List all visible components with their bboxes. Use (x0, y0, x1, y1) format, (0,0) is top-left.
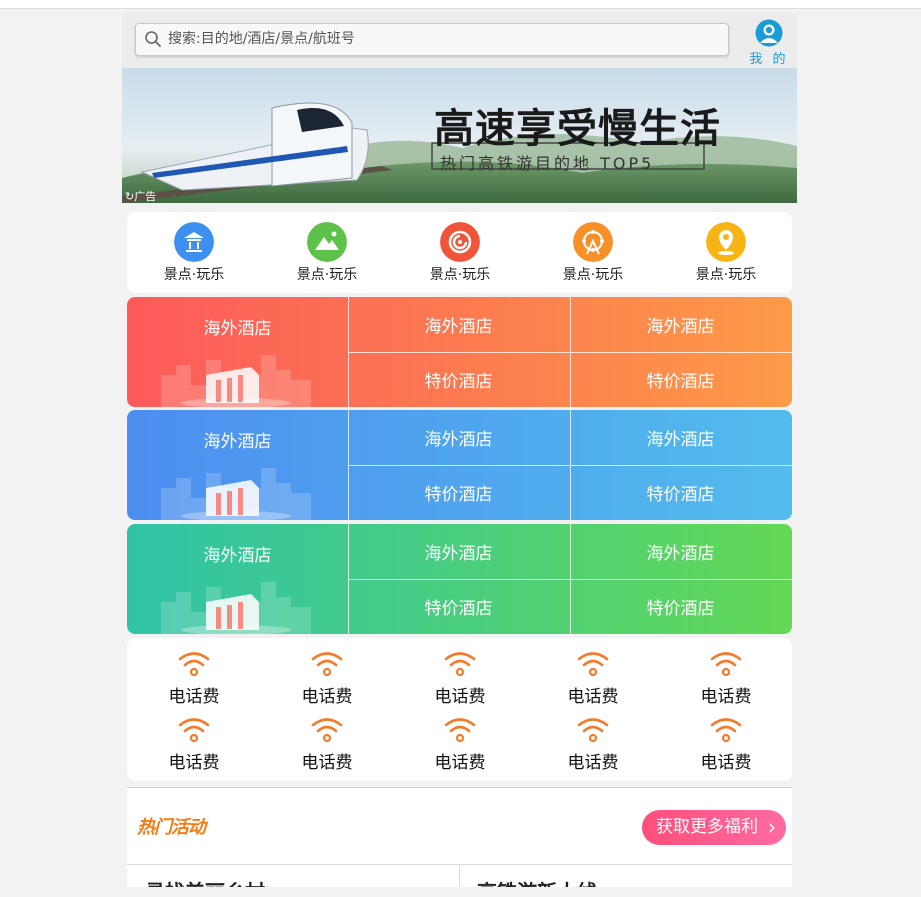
hotel-grid-blue: 海外酒店 海外酒店 海外酒店 特价酒店 特价酒店 (127, 410, 792, 520)
wifi-icon (311, 718, 343, 743)
hot-activities-title: 热门活动 (137, 817, 206, 838)
quick-nav-item[interactable]: 景点·玩乐 (154, 222, 234, 288)
quick-nav-item[interactable]: 景点·玩乐 (420, 222, 500, 288)
phone-bill-label: 电话费 (301, 687, 353, 707)
phone-bill-label: 电话费 (301, 753, 353, 773)
wifi-icon (178, 718, 210, 743)
hotel-cell[interactable]: 海外酒店 (348, 297, 569, 352)
phone-bill-item[interactable]: 电话费 (686, 648, 766, 708)
phone-bill-label: 电话费 (168, 753, 220, 773)
quick-nav-label: 景点·玩乐 (695, 267, 757, 283)
grid-divider (348, 579, 792, 580)
wifi-icon (710, 652, 742, 677)
phone-bill-item[interactable]: 电话费 (287, 714, 367, 774)
profile-label: 我 的 (749, 52, 789, 67)
banner-title: 高速享受慢生活 (434, 105, 721, 152)
hotel-building-icon (161, 468, 311, 520)
banner-subtitle: 热门高铁游目的地 TOP5 (440, 154, 655, 173)
mountain-icon (307, 222, 347, 262)
wifi-icon (311, 652, 343, 677)
hotel-big-label: 海外酒店 (203, 546, 272, 566)
wifi-icon (444, 652, 476, 677)
activity-card-title[interactable]: 寻找美丽乡村 (145, 876, 265, 887)
hotel-cell[interactable]: 特价酒店 (570, 579, 791, 634)
hot-activities-section: 热门活动 获取更多福利 › 寻找美丽乡村 高铁游新大线 (127, 787, 792, 887)
search-icon (145, 31, 161, 47)
hotel-cell[interactable]: 海外酒店 (570, 297, 791, 352)
hotel-big-tile[interactable]: 海外酒店 (127, 524, 348, 634)
wifi-icon (710, 718, 742, 743)
temple-icon (174, 222, 214, 262)
phone-bill-item[interactable]: 电话费 (420, 714, 500, 774)
quick-nav-label: 景点·玩乐 (429, 267, 491, 283)
app-page: 搜索:目的地/酒店/景点/航班号 我 的 高速享受慢生活 热门高铁游目的地 TO… (122, 13, 797, 887)
phone-bill-item[interactable]: 电话费 (154, 714, 234, 774)
hotel-cell[interactable]: 特价酒店 (348, 579, 569, 634)
browser-top-bar (0, 0, 921, 9)
phone-bill-item[interactable]: 电话费 (287, 648, 367, 708)
hotel-cell[interactable]: 特价酒店 (570, 352, 791, 407)
phone-bill-label: 电话费 (434, 687, 486, 707)
user-avatar-icon (755, 19, 783, 47)
phone-bill-label: 电话费 (700, 687, 752, 707)
quick-nav-item[interactable]: 景点·玩乐 (553, 222, 633, 288)
phone-bill-label: 电话费 (567, 753, 619, 773)
quick-nav-item[interactable]: 景点·玩乐 (287, 222, 367, 288)
hotel-grid-green: 海外酒店 海外酒店 海外酒店 特价酒店 特价酒店 (127, 524, 792, 634)
ferris-wheel-icon (573, 222, 613, 262)
hotel-cell[interactable]: 特价酒店 (348, 352, 569, 407)
chevron-right-icon: › (768, 815, 776, 839)
hotel-building-icon (161, 582, 311, 634)
hotel-cell[interactable]: 海外酒店 (570, 410, 791, 465)
quick-nav-label: 景点·玩乐 (163, 267, 225, 283)
quick-nav: 景点·玩乐 景点·玩乐 景点·玩乐 景点·玩乐 景点·玩乐 (127, 212, 792, 293)
wifi-icon (577, 652, 609, 677)
ad-label: 广告 (134, 190, 157, 203)
quick-nav-label: 景点·玩乐 (296, 267, 358, 283)
ticket-icon (440, 222, 480, 262)
more-benefits-button[interactable]: 获取更多福利 › (642, 810, 786, 845)
phone-bill-item[interactable]: 电话费 (553, 648, 633, 708)
hotel-cell[interactable]: 海外酒店 (348, 524, 569, 579)
wifi-icon (577, 718, 609, 743)
profile-button[interactable]: 我 的 (749, 19, 789, 67)
hotel-cell[interactable]: 特价酒店 (348, 465, 569, 520)
phone-bill-label: 电话费 (567, 687, 619, 707)
promo-banner[interactable]: 高速享受慢生活 热门高铁游目的地 TOP5 ↻广告 (122, 68, 797, 203)
header-bar: 搜索:目的地/酒店/景点/航班号 我 的 (122, 13, 797, 68)
phone-bill-label: 电话费 (434, 753, 486, 773)
search-input[interactable]: 搜索:目的地/酒店/景点/航班号 (135, 23, 729, 56)
ad-tag: ↻广告 (125, 188, 156, 203)
hotel-big-label: 海外酒店 (203, 319, 272, 339)
phone-bill-grid: 电话费 电话费 电话费 电话费 电话费 电话费 电话费 电话费 电话费 电话费 (127, 638, 792, 781)
location-pin-icon (706, 222, 746, 262)
phone-bill-label: 电话费 (700, 753, 752, 773)
hotel-grid-orange: 海外酒店 海外酒店 海外酒店 特价酒店 特价酒店 (127, 297, 792, 407)
grid-divider (348, 352, 792, 353)
hotel-cell[interactable]: 特价酒店 (570, 465, 791, 520)
hotel-building-icon (161, 355, 311, 407)
wifi-icon (444, 718, 476, 743)
card-divider (459, 865, 460, 887)
hotel-cell[interactable]: 海外酒店 (570, 524, 791, 579)
hotel-big-tile[interactable]: 海外酒店 (127, 410, 348, 520)
ad-icon: ↻ (125, 190, 135, 203)
hotel-cell[interactable]: 海外酒店 (348, 410, 569, 465)
quick-nav-label: 景点·玩乐 (562, 267, 624, 283)
more-benefits-label: 获取更多福利 (656, 817, 758, 837)
activity-card-title[interactable]: 高铁游新大线 (477, 876, 597, 887)
search-placeholder: 搜索:目的地/酒店/景点/航班号 (168, 31, 355, 47)
phone-bill-item[interactable]: 电话费 (154, 648, 234, 708)
hotel-big-tile[interactable]: 海外酒店 (127, 297, 348, 407)
hotel-big-label: 海外酒店 (203, 432, 272, 452)
wifi-icon (178, 652, 210, 677)
phone-bill-item[interactable]: 电话费 (686, 714, 766, 774)
phone-bill-item[interactable]: 电话费 (553, 714, 633, 774)
grid-divider (348, 465, 792, 466)
phone-bill-label: 电话费 (168, 687, 220, 707)
quick-nav-item[interactable]: 景点·玩乐 (686, 222, 766, 288)
phone-bill-item[interactable]: 电话费 (420, 648, 500, 708)
